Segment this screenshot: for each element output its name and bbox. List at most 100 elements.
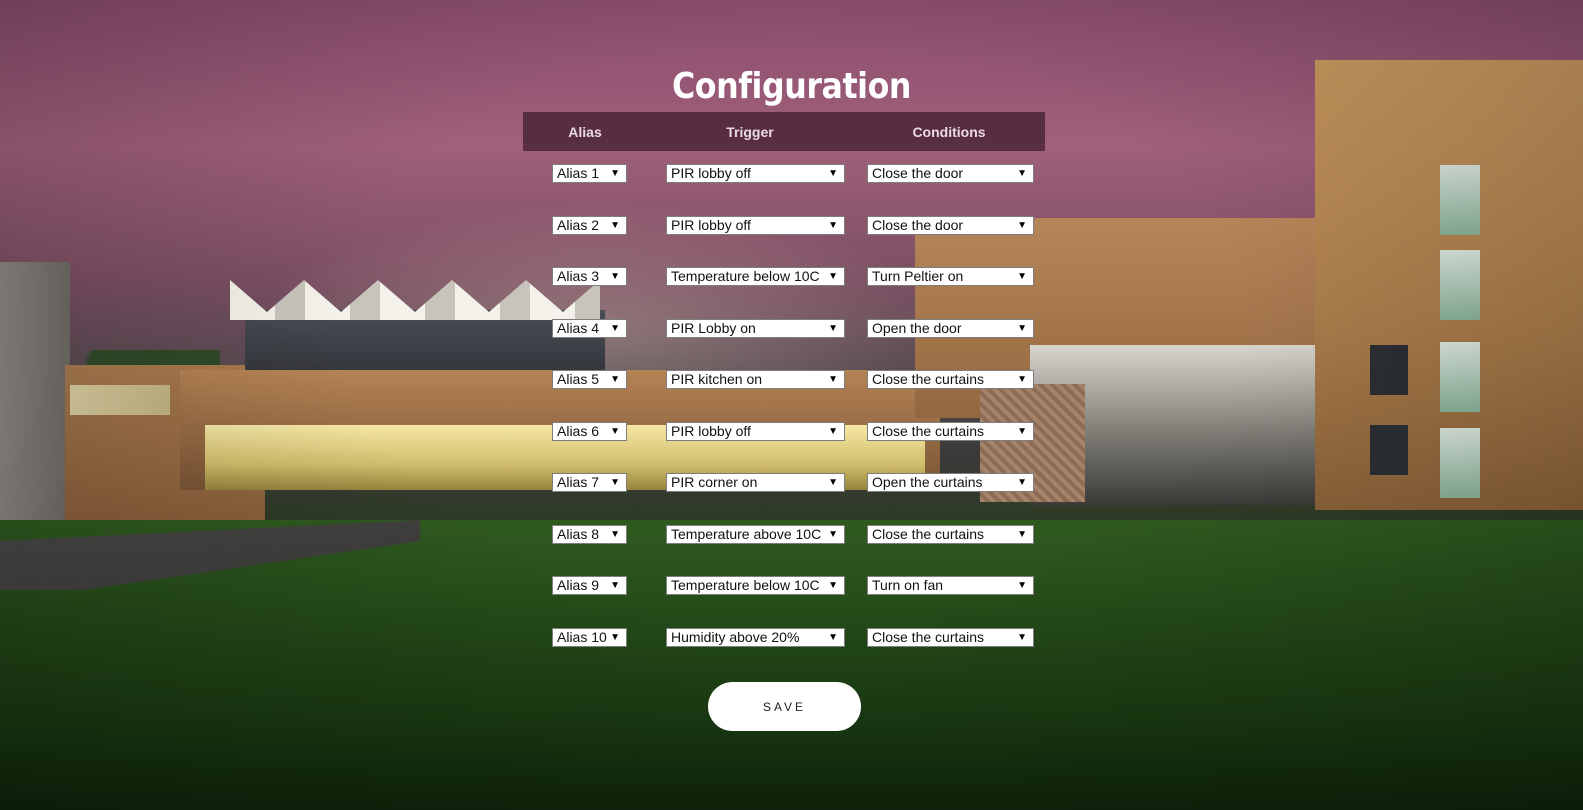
chevron-down-icon: ▼ <box>610 168 620 179</box>
chevron-down-icon: ▼ <box>610 322 620 334</box>
table-row: Alias 3 ▼ Temperature below 10C ▼ Turn Pelti… <box>523 254 1045 306</box>
trigger-select-value: PIR Lobby on <box>671 319 756 336</box>
alias-select-value: Alias 10 <box>557 628 607 645</box>
condition-select-value: Close the curtains <box>872 371 985 387</box>
chevron-down-icon: ▼ <box>828 631 838 643</box>
chevron-down-icon: ▼ <box>1017 219 1027 231</box>
condition-select-value: Close the curtains <box>872 628 985 645</box>
alias-select[interactable]: Alias 9 ▼ <box>552 576 627 595</box>
trigger-select-value: PIR kitchen on <box>671 371 763 387</box>
trigger-select[interactable]: Humidity above 20% ▼ <box>666 627 845 647</box>
alias-select-value: Alias 2 <box>557 216 600 233</box>
alias-select[interactable]: Alias 4 ▼ <box>552 318 627 338</box>
alias-select[interactable]: Alias 2 ▼ <box>552 215 627 235</box>
table-row: Alias 1 ▼ PIR lobby off ▼ Close the door ▼ <box>523 151 1045 203</box>
trigger-select[interactable]: Temperature below 10C ▼ <box>666 576 845 595</box>
trigger-select[interactable]: PIR lobby off ▼ <box>666 215 845 235</box>
trigger-select[interactable]: PIR Lobby on ▼ <box>666 318 845 338</box>
table-row: Alias 5 ▼ PIR kitchen on ▼ Close the curtain… <box>523 357 1045 409</box>
page-title: Configuration <box>671 66 912 108</box>
condition-select[interactable]: Close the curtains ▼ <box>867 627 1034 647</box>
chevron-down-icon: ▼ <box>828 271 838 282</box>
alias-select[interactable]: Alias 8 ▼ <box>552 524 627 544</box>
condition-select-value: Close the curtains <box>872 422 985 439</box>
alias-select-value: Alias 4 <box>557 319 600 336</box>
table-row: Alias 9 ▼ Temperature below 10C ▼ Turn on fa… <box>523 563 1045 615</box>
trigger-select-value: Temperature below 10C <box>671 268 820 284</box>
trigger-select-value: PIR lobby off <box>671 422 751 439</box>
chevron-down-icon: ▼ <box>1017 425 1027 437</box>
table-row: Alias 6 ▼ PIR lobby off ▼ Close the curtains… <box>523 409 1045 461</box>
condition-select[interactable]: Turn on fan ▼ <box>867 576 1034 595</box>
trigger-select[interactable]: PIR lobby off ▼ <box>666 421 845 441</box>
alias-select-value: Alias 3 <box>557 268 600 284</box>
trigger-select[interactable]: Temperature below 10C ▼ <box>666 267 845 286</box>
chevron-down-icon: ▼ <box>610 477 620 488</box>
chevron-down-icon: ▼ <box>828 374 838 385</box>
condition-select[interactable]: Close the door ▼ <box>867 215 1034 235</box>
save-button[interactable]: SAVE <box>708 682 861 731</box>
trigger-select[interactable]: Temperature above 10C ▼ <box>666 524 845 544</box>
table-row: Alias 4 ▼ PIR Lobby on ▼ Open the door ▼ <box>523 306 1045 358</box>
condition-select-value: Close the curtains <box>872 525 985 542</box>
condition-select[interactable]: Close the curtains ▼ <box>867 370 1034 389</box>
chevron-down-icon: ▼ <box>828 477 838 488</box>
table-body: Alias 1 ▼ PIR lobby off ▼ Close the door ▼ Ali… <box>523 151 1045 666</box>
condition-select-value: Close the door <box>872 216 964 233</box>
chevron-down-icon: ▼ <box>1017 168 1027 179</box>
chevron-down-icon: ▼ <box>610 374 620 385</box>
alias-select[interactable]: Alias 6 ▼ <box>552 421 627 441</box>
condition-select[interactable]: Close the door ▼ <box>867 164 1034 183</box>
condition-select[interactable]: Open the door ▼ <box>867 318 1034 338</box>
condition-select[interactable]: Open the curtains ▼ <box>867 473 1034 492</box>
alias-select-value: Alias 5 <box>557 371 600 387</box>
trigger-select[interactable]: PIR kitchen on ▼ <box>666 370 845 389</box>
chevron-down-icon: ▼ <box>1017 374 1027 385</box>
alias-select-value: Alias 9 <box>557 577 600 593</box>
chevron-down-icon: ▼ <box>828 168 838 179</box>
configuration-table: Alias Trigger Conditions Alias 1 ▼ PIR lob… <box>523 112 1045 666</box>
alias-select-value: Alias 8 <box>557 525 600 542</box>
alias-select[interactable]: Alias 10 ▼ <box>552 627 627 647</box>
table-row: Alias 8 ▼ Temperature above 10C ▼ Close the … <box>523 512 1045 564</box>
chevron-down-icon: ▼ <box>610 219 620 231</box>
header-trigger: Trigger <box>726 123 774 140</box>
header-alias: Alias <box>568 123 602 140</box>
condition-select-value: Open the door <box>872 319 962 336</box>
table-header: Alias Trigger Conditions <box>523 112 1045 151</box>
alias-select-value: Alias 1 <box>557 165 600 181</box>
chevron-down-icon: ▼ <box>828 322 838 334</box>
condition-select[interactable]: Close the curtains ▼ <box>867 524 1034 544</box>
condition-select[interactable]: Turn Peltier on ▼ <box>867 267 1034 286</box>
condition-select-value: Open the curtains <box>872 474 983 490</box>
alias-select-value: Alias 7 <box>557 474 600 490</box>
condition-select[interactable]: Close the curtains ▼ <box>867 421 1034 441</box>
chevron-down-icon: ▼ <box>828 528 838 540</box>
chevron-down-icon: ▼ <box>828 425 838 437</box>
trigger-select-value: Temperature below 10C <box>671 577 820 593</box>
chevron-down-icon: ▼ <box>1017 580 1027 591</box>
trigger-select-value: PIR lobby off <box>671 216 751 233</box>
chevron-down-icon: ▼ <box>610 425 620 437</box>
alias-select[interactable]: Alias 3 ▼ <box>552 267 627 286</box>
chevron-down-icon: ▼ <box>1017 477 1027 488</box>
trigger-select-value: PIR corner on <box>671 474 758 490</box>
alias-select[interactable]: Alias 5 ▼ <box>552 370 627 389</box>
table-row: Alias 2 ▼ PIR lobby off ▼ Close the door ▼ <box>523 203 1045 255</box>
chevron-down-icon: ▼ <box>1017 631 1027 643</box>
trigger-select-value: PIR lobby off <box>671 165 751 181</box>
condition-select-value: Turn on fan <box>872 577 944 593</box>
condition-select-value: Turn Peltier on <box>872 268 964 284</box>
alias-select[interactable]: Alias 1 ▼ <box>552 164 627 183</box>
chevron-down-icon: ▼ <box>610 580 620 591</box>
condition-select-value: Close the door <box>872 165 964 181</box>
table-row: Alias 10 ▼ Humidity above 20% ▼ Close the cu… <box>523 615 1045 667</box>
trigger-select[interactable]: PIR lobby off ▼ <box>666 164 845 183</box>
chevron-down-icon: ▼ <box>610 631 620 643</box>
chevron-down-icon: ▼ <box>1017 322 1027 334</box>
chevron-down-icon: ▼ <box>828 580 838 591</box>
chevron-down-icon: ▼ <box>828 219 838 231</box>
chevron-down-icon: ▼ <box>1017 271 1027 282</box>
trigger-select[interactable]: PIR corner on ▼ <box>666 473 845 492</box>
alias-select[interactable]: Alias 7 ▼ <box>552 473 627 492</box>
